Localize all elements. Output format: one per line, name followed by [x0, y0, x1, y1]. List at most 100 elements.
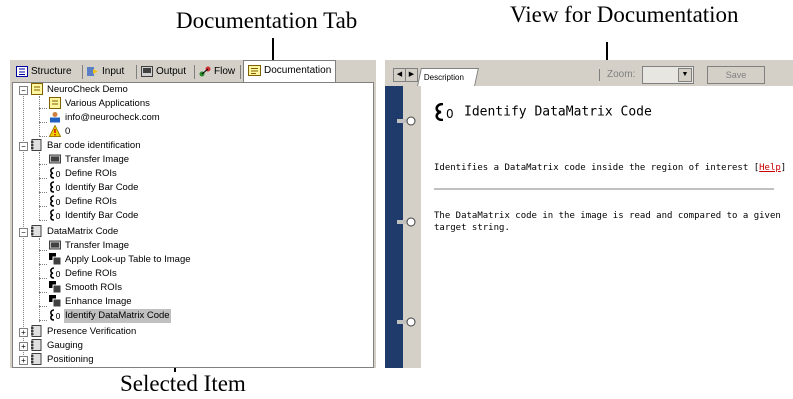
- tree-group-datamatrix[interactable]: DataMatrix Code: [31, 225, 119, 239]
- documentation-title-text: Identify DataMatrix Code: [464, 104, 652, 120]
- svg-text:0: 0: [56, 198, 61, 207]
- help-link[interactable]: Help: [759, 163, 781, 173]
- tree-group-presence[interactable]: Presence Verification: [31, 325, 137, 339]
- tree-item-enhance-image[interactable]: Enhance Image: [49, 295, 133, 309]
- expand-positioning-button[interactable]: +: [19, 356, 28, 365]
- camera-icon: [49, 154, 61, 164]
- documentation-tab-pointer: [272, 38, 274, 62]
- tree-item-transfer-image[interactable]: Transfer Image: [49, 153, 130, 167]
- checkfunction-icon: [31, 139, 42, 152]
- tree-group-gauging[interactable]: Gauging: [31, 339, 84, 353]
- checkroutine-panel: Structure Input Output Flow Documentatio…: [10, 60, 376, 368]
- tree-item-identify-bar-code[interactable]: 0 Identify Bar Code: [49, 209, 139, 223]
- checkfunction-icon: [31, 353, 42, 366]
- tree-item-smooth-rois[interactable]: Smooth ROIs: [49, 281, 123, 295]
- tab-flow[interactable]: Flow: [199, 63, 235, 81]
- svg-text:0: 0: [56, 212, 61, 221]
- tab-structure[interactable]: Structure: [16, 63, 72, 81]
- tree-item-label: info@neurocheck.com: [65, 112, 160, 123]
- structure-icon: [16, 65, 28, 77]
- flow-icon: [199, 66, 211, 77]
- checkroutine-icon: [31, 83, 43, 96]
- tree-item-label: Define ROIs: [65, 168, 117, 179]
- warning-icon: [49, 125, 61, 138]
- expand-gauging-button[interactable]: +: [19, 342, 28, 351]
- toolbar-separator: [599, 69, 600, 81]
- collapse-bar-code-button[interactable]: −: [19, 142, 28, 151]
- tree-item-root-label: NeuroCheck Demo: [47, 84, 128, 95]
- documentation-tab-callout: Documentation Tab: [176, 8, 358, 33]
- tree-item-define-rois[interactable]: 0 Define ROIs: [49, 195, 118, 209]
- tree-item-label: Identify Bar Code: [65, 210, 139, 221]
- tree-group-bar-code[interactable]: Bar code identification: [31, 139, 141, 153]
- expand-presence-button[interactable]: +: [19, 328, 28, 337]
- collapse-datamatrix-button[interactable]: −: [19, 228, 28, 237]
- tab-input[interactable]: Input: [87, 63, 124, 81]
- checkfunction-icon: [31, 225, 42, 238]
- documentation-icon: [49, 97, 61, 110]
- zoom-label: Zoom:: [607, 69, 636, 80]
- tab-bar: Structure Input Output Flow Documentatio…: [10, 60, 376, 82]
- checkfunction-icon: [31, 339, 42, 352]
- tab-output-label: Output: [156, 66, 187, 77]
- tree-item-label: Apply Look-up Table to Image: [65, 254, 191, 265]
- checkfunction-icon: [31, 325, 42, 338]
- roi-icon: 0: [50, 167, 61, 179]
- roi-icon: 0: [50, 309, 61, 321]
- documentation-body: The DataMatrix code in the image is read…: [434, 211, 781, 233]
- connector-icon: [397, 217, 416, 227]
- tree-item-label: Transfer Image: [65, 154, 130, 165]
- image-operation-icon: [49, 281, 61, 294]
- tree-group-label: Gauging: [47, 340, 83, 351]
- checkroutine-tree: − NeuroCheck Demo Various Applications i…: [12, 82, 374, 368]
- chevron-down-icon[interactable]: ▼: [678, 68, 692, 82]
- tree-item-identify-bar-code[interactable]: 0 Identify Bar Code: [49, 181, 139, 195]
- tab-input-label: Input: [102, 66, 125, 77]
- connector-icon: [397, 116, 416, 126]
- output-icon: [141, 65, 153, 77]
- contact-person-icon: [50, 112, 60, 123]
- tree-item-label: Identify DataMatrix Code: [64, 309, 171, 323]
- tree-group-positioning[interactable]: Positioning: [31, 353, 94, 367]
- tree-item-transfer-image[interactable]: Transfer Image: [49, 239, 130, 253]
- tree-item-apply-lookup-table[interactable]: Apply Look-up Table to Image: [49, 253, 192, 267]
- tree-item-email[interactable]: info@neurocheck.com: [49, 111, 161, 125]
- documentation-view: ◀ ▶ Description Zoom: ▼ Save 0 Identify D…: [385, 60, 793, 368]
- tree-item-label: 0: [65, 126, 71, 137]
- save-button[interactable]: Save: [707, 66, 765, 84]
- svg-text:0: 0: [446, 107, 454, 121]
- tree-group-label: Presence Verification: [47, 326, 137, 337]
- svg-text:0: 0: [56, 184, 61, 193]
- tree-item-identify-datamatrix-selected[interactable]: 0 Identify DataMatrix Code: [49, 309, 171, 323]
- roi-icon: 0: [50, 209, 61, 221]
- image-operation-icon: [49, 253, 61, 266]
- collapse-root-button[interactable]: −: [19, 86, 28, 95]
- tab-documentation[interactable]: Documentation: [243, 60, 337, 82]
- connector-icon: [397, 317, 416, 327]
- zoom-select[interactable]: ▼: [642, 66, 694, 84]
- roi-icon: 0: [50, 195, 61, 207]
- tree-item-label: Identify Bar Code: [65, 182, 139, 193]
- tree-item-define-rois[interactable]: 0 Define ROIs: [49, 267, 118, 281]
- tree-item-label: Various Applications: [65, 98, 150, 109]
- documentation-summary-close: ]: [780, 163, 787, 173]
- tree-item-zero[interactable]: 0: [49, 125, 71, 139]
- tree-group-label: DataMatrix Code: [47, 226, 119, 237]
- tree-item-label: Transfer Image: [65, 240, 130, 251]
- scroll-right-button[interactable]: ▶: [405, 68, 418, 82]
- tab-structure-label: Structure: [31, 66, 72, 77]
- tab-description-label: Description: [423, 73, 464, 82]
- tree-item-root[interactable]: NeuroCheck Demo: [31, 83, 129, 97]
- tab-output[interactable]: Output: [141, 63, 186, 81]
- tree-item-label: Define ROIs: [65, 196, 117, 207]
- tab-description[interactable]: Description: [417, 68, 479, 86]
- tree-item-define-rois[interactable]: 0 Define ROIs: [49, 167, 118, 181]
- view-for-documentation-callout: View for Documentation: [510, 2, 739, 27]
- roi-icon: 0: [435, 103, 454, 121]
- tree-group-label: Positioning: [47, 354, 94, 365]
- image-operation-icon: [49, 295, 61, 308]
- tree-item-various-applications[interactable]: Various Applications: [49, 97, 151, 111]
- documentation-toolbar: ◀ ▶ Description Zoom: ▼ Save: [385, 60, 793, 86]
- svg-text:0: 0: [56, 270, 61, 279]
- documentation-content: 0 Identify DataMatrix Code Identifies a D…: [421, 86, 793, 368]
